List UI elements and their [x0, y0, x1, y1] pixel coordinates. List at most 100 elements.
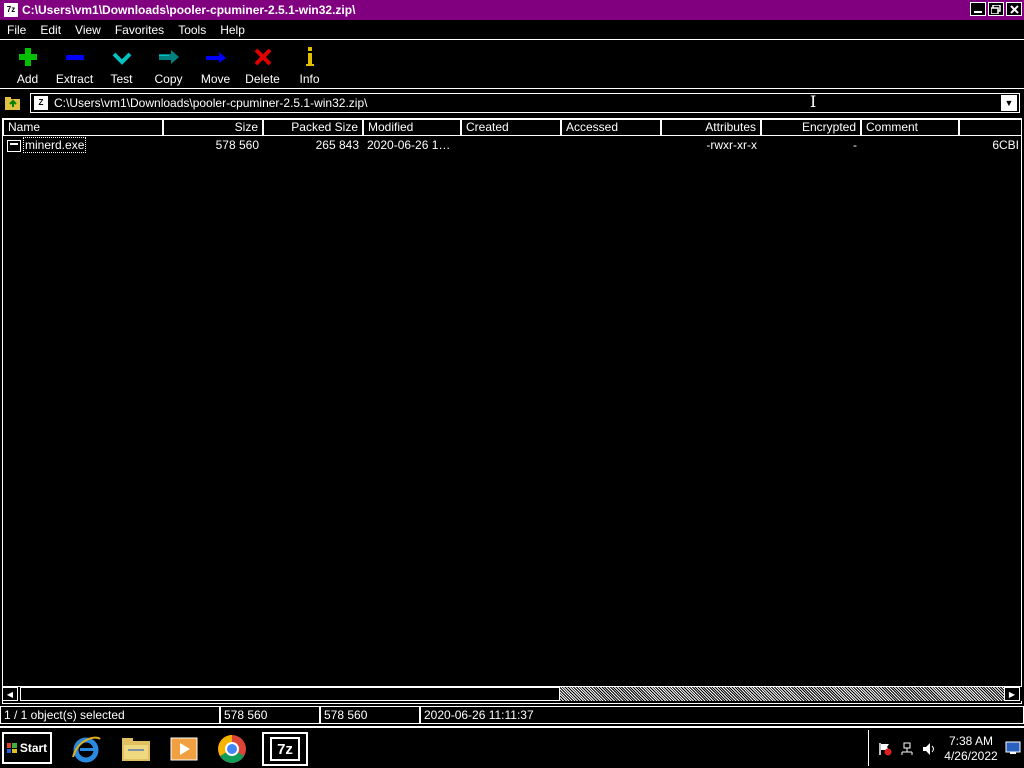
start-label: Start [19, 741, 48, 755]
start-button[interactable]: Start [2, 732, 52, 764]
restore-button[interactable] [988, 2, 1004, 16]
extract-button[interactable]: Extract [51, 41, 98, 87]
column-name[interactable]: Name [3, 119, 163, 136]
status-packed: 578 560 [320, 707, 420, 724]
exe-file-icon [7, 139, 21, 152]
file-explorer-icon [122, 738, 150, 761]
add-label: Add [16, 72, 39, 86]
arrow-right-move-icon [205, 46, 227, 68]
table-row[interactable]: minerd.exe 578 560 265 843 2020-06-26 1…… [3, 137, 1021, 153]
cell-encrypted: - [853, 138, 857, 152]
scroll-right-button[interactable]: ▶ [1004, 687, 1020, 701]
address-bar: Z C:\Users\vm1\Downloads\pooler-cpuminer… [0, 91, 1024, 115]
column-headers: Name Size Packed Size Modified Created A… [3, 119, 1021, 136]
address-dropdown-button[interactable]: ▼ [1001, 95, 1017, 111]
cell-name: minerd.exe [3, 137, 163, 153]
media-player-button[interactable] [164, 732, 204, 766]
cell-accessed [561, 137, 661, 153]
column-created[interactable]: Created [461, 119, 561, 136]
status-size: 578 560 [220, 707, 320, 724]
file-list[interactable]: Name Size Packed Size Modified Created A… [2, 118, 1022, 704]
arrow-right-copy-icon [158, 46, 180, 68]
cell-packed-size: 265 843 [315, 138, 359, 152]
column-accessed[interactable]: Accessed [561, 119, 661, 136]
address-field[interactable]: Z C:\Users\vm1\Downloads\pooler-cpuminer… [30, 93, 1020, 113]
column-encrypted[interactable]: Encrypted [761, 119, 861, 136]
extract-label: Extract [55, 72, 94, 86]
delete-button[interactable]: Delete [239, 41, 286, 87]
x-icon [252, 46, 274, 68]
column-packed-size[interactable]: Packed Size [263, 119, 363, 136]
file-explorer-button[interactable] [116, 732, 156, 766]
cell-attributes: -rwxr-xr-x [706, 138, 757, 152]
toolbar: Add Extract Test Copy Move Delete Info [0, 41, 1024, 89]
status-bar: 1 / 1 object(s) selected 578 560 578 560… [0, 706, 1024, 724]
test-label: Test [110, 72, 133, 86]
7zip-app-icon: 7z [4, 3, 18, 17]
column-extra[interactable] [959, 119, 1021, 136]
status-selection: 1 / 1 object(s) selected [0, 707, 220, 724]
minimize-icon [974, 11, 982, 13]
menu-favorites[interactable]: Favorites [108, 23, 171, 37]
scroll-track[interactable] [560, 687, 1004, 701]
test-button[interactable]: Test [98, 41, 145, 87]
chevron-down-icon: ▼ [1004, 98, 1014, 108]
delete-label: Delete [245, 72, 280, 86]
plus-icon [17, 46, 39, 68]
clock-date: 4/26/2022 [944, 749, 998, 763]
menu-view[interactable]: View [68, 23, 108, 37]
minus-icon [64, 46, 86, 68]
restore-icon [991, 4, 1001, 14]
menu-bar: File Edit View Favorites Tools Help [0, 20, 1024, 40]
column-comment[interactable]: Comment [861, 119, 959, 136]
internet-explorer-icon [72, 736, 101, 763]
action-center-flag-icon[interactable] [877, 742, 893, 756]
info-button[interactable]: Info [286, 41, 333, 87]
column-modified[interactable]: Modified [363, 119, 461, 136]
7zip-taskbar-button[interactable]: 7z [262, 732, 308, 766]
taskbar: Start 7z 7:38 AM 4/26/2022 [0, 726, 1024, 768]
clock[interactable]: 7:38 AM 4/26/2022 [941, 734, 1001, 764]
cell-modified: 2020-06-26 1… [367, 138, 451, 152]
chrome-button[interactable] [212, 732, 252, 766]
minimize-button[interactable] [970, 2, 986, 16]
arrow-left-icon: ◀ [6, 689, 14, 699]
scroll-thumb[interactable] [20, 687, 560, 701]
menu-edit[interactable]: Edit [33, 23, 68, 37]
network-icon[interactable] [899, 742, 915, 756]
move-label: Move [200, 72, 231, 86]
zip-archive-icon: Z [34, 96, 48, 110]
copy-label: Copy [154, 72, 183, 86]
column-size[interactable]: Size [163, 119, 263, 136]
volume-icon[interactable] [921, 742, 937, 756]
scroll-left-button[interactable]: ◀ [2, 687, 18, 701]
column-attributes[interactable]: Attributes [661, 119, 761, 136]
chrome-icon [218, 735, 246, 763]
menu-help[interactable]: Help [213, 23, 252, 37]
folder-up-icon [5, 97, 20, 110]
menu-tools[interactable]: Tools [171, 23, 213, 37]
file-name: minerd.exe [23, 137, 87, 153]
close-button[interactable] [1006, 2, 1022, 16]
cell-created [461, 137, 561, 153]
internet-explorer-button[interactable] [66, 732, 106, 766]
7zip-icon: 7z [270, 737, 300, 761]
folder-up-button[interactable] [3, 94, 23, 112]
window-title: C:\Users\vm1\Downloads\pooler-cpuminer-2… [22, 3, 356, 17]
windows-logo-icon [6, 743, 17, 753]
show-desktop-button[interactable] [1004, 736, 1022, 760]
clock-time: 7:38 AM [948, 734, 994, 748]
horizontal-scrollbar[interactable]: ◀ ▶ [2, 686, 1022, 701]
title-bar[interactable]: 7z C:\Users\vm1\Downloads\pooler-cpumine… [0, 0, 1024, 20]
info-icon [299, 46, 321, 68]
move-button[interactable]: Move [192, 41, 239, 87]
cell-comment [861, 137, 959, 153]
info-label: Info [299, 72, 320, 86]
add-button[interactable]: Add [4, 41, 51, 87]
close-icon [1009, 4, 1019, 14]
check-chevron-icon [111, 46, 133, 68]
media-player-icon [170, 737, 198, 761]
menu-file[interactable]: File [0, 23, 33, 37]
arrow-right-icon: ▶ [1008, 689, 1016, 699]
copy-button[interactable]: Copy [145, 41, 192, 87]
